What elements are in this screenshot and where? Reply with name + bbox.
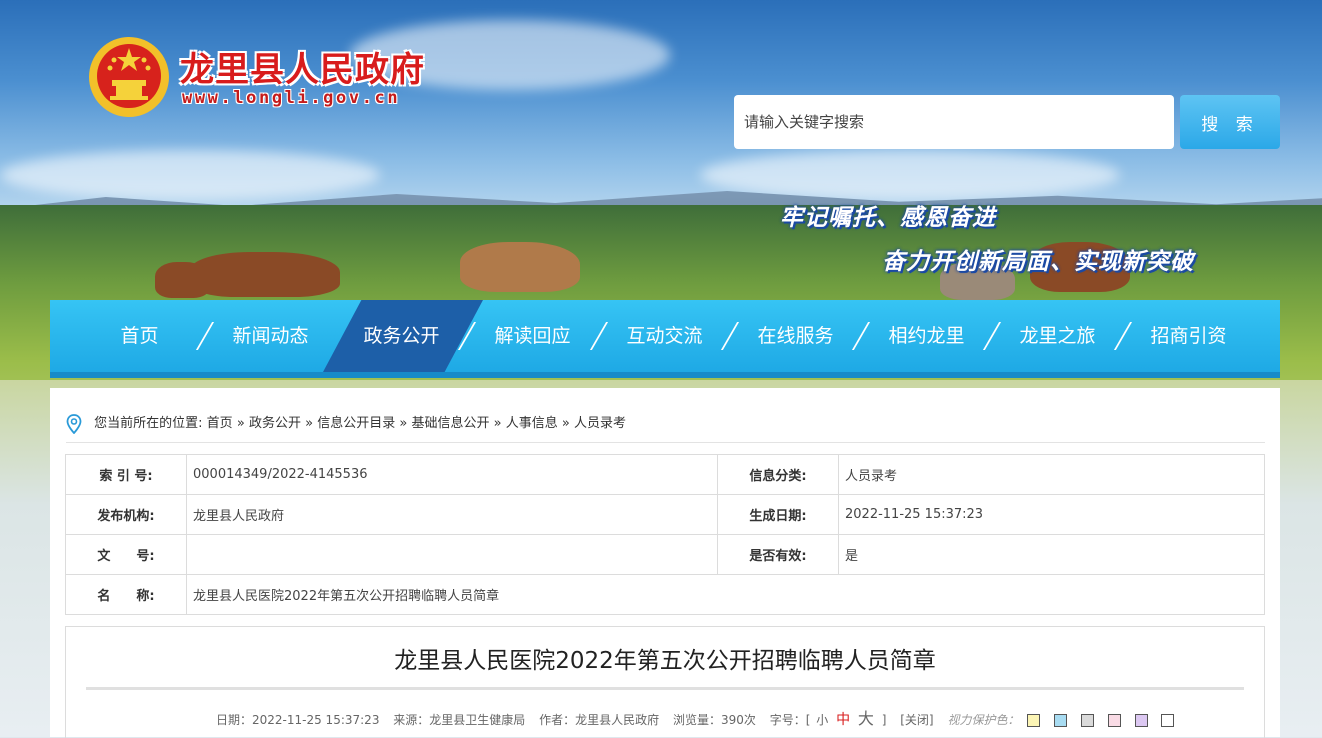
table-row: 文 号: 是否有效: 是 [65,534,1265,575]
info-meta-table: 索 引 号: 000014349/2022-4145536 信息分类: 人员录考… [65,454,1265,615]
article-date: 日期：2022-11-25 15:37:23 [216,713,380,727]
eye-color-blue-swatch[interactable] [1054,714,1068,727]
font-size-small-button[interactable]: 小 [816,713,828,727]
breadcrumb-link-info-catalog[interactable]: 信息公开目录 [317,416,395,431]
search-input[interactable] [734,95,1174,149]
divider [66,442,1265,443]
search-button[interactable]: 搜 索 [1180,95,1280,149]
index-value: 000014349/2022-4145536 [186,454,718,495]
nav-item-travel[interactable]: 龙里之旅 [992,300,1123,372]
close-window-button[interactable]: [关闭] [900,713,933,727]
nav-item-investment[interactable]: 招商引资 [1123,300,1254,372]
publisher-label: 发布机构: [65,494,187,535]
name-label: 名 称: [65,574,187,615]
font-size-large-button[interactable]: 大 [858,709,874,728]
docno-label: 文 号: [65,534,187,575]
valid-value: 是 [838,534,1265,575]
content-panel: 您当前所在的位置: 首页 » 政务公开 » 信息公开目录 » 基础信息公开 » … [50,388,1280,738]
article-views: 浏览量：390次 [672,713,756,727]
horse-image [155,262,210,298]
breadcrumb-link-basic-info[interactable]: 基础信息公开 [411,416,489,431]
cloud [700,150,1120,200]
location-pin-icon [66,413,82,434]
valid-label: 是否有效: [717,534,839,575]
eye-color-pink-swatch[interactable] [1107,714,1121,727]
nav-item-interaction[interactable]: 互动交流 [599,300,730,372]
article-info-bar: 日期：2022-11-25 15:37:23 来源：龙里县卫生健康局 作者：龙里… [216,705,1184,729]
breadcrumb-separator: » [493,416,502,431]
eye-color-purple-swatch[interactable] [1134,714,1148,727]
breadcrumb-separator: » [561,416,570,431]
index-label: 索 引 号: [65,454,187,495]
article-source: 来源：龙里县卫生健康局 [393,713,526,727]
publisher-value: 龙里县人民政府 [186,494,718,535]
eye-color-grey-swatch[interactable] [1080,714,1094,727]
article-box: 龙里县人民医院2022年第五次公开招聘临聘人员简章 日期：2022-11-25 … [65,626,1265,738]
nav-item-home[interactable]: 首页 [74,300,205,372]
article-title: 龙里县人民医院2022年第五次公开招聘临聘人员简章 [394,648,936,674]
nav-item-online-service[interactable]: 在线服务 [730,300,861,372]
breadcrumb-link-home[interactable]: 首页 [207,416,233,431]
category-value: 人员录考 [838,454,1265,495]
divider [86,687,1244,690]
article-author: 作者：龙里县人民政府 [539,713,660,727]
font-size-medium-button[interactable]: 中 [836,712,850,728]
eye-color-yellow-swatch[interactable] [1027,714,1041,727]
name-value: 龙里县人民医院2022年第五次公开招聘临聘人员简章 [186,574,1265,615]
cloud [0,150,380,200]
table-row: 发布机构: 龙里县人民政府 生成日期: 2022-11-25 15:37:23 [65,494,1265,535]
breadcrumb-separator: » [305,416,314,431]
breadcrumb-link-recruitment[interactable]: 人员录考 [574,416,626,431]
table-row: 名 称: 龙里县人民医院2022年第五次公开招聘临聘人员简章 [65,574,1265,615]
breadcrumb-separator: » [236,416,245,431]
breadcrumb-prefix: 您当前所在的位置: [94,416,203,431]
eye-color-white-swatch[interactable] [1161,714,1175,727]
nav-item-interpretation[interactable]: 解读回应 [467,300,598,372]
slogan-line-2: 奋力开创新局面、实现新突破 [882,249,1194,275]
breadcrumb: 您当前所在的位置: 首页 » 政务公开 » 信息公开目录 » 基础信息公开 » … [66,412,626,434]
docno-value [186,534,718,575]
nav-item-government-affairs[interactable]: 政务公开 [336,300,467,372]
breadcrumb-link-government-affairs[interactable]: 政务公开 [249,416,301,431]
font-size-label: 字号：[ [769,713,811,727]
slogan-line-1: 牢记嘱托、感恩奋进 [780,205,996,231]
category-label: 信息分类: [717,454,839,495]
site-title[interactable]: 龙里县人民政府 [180,42,425,91]
national-emblem-icon[interactable] [88,36,170,118]
nav-item-meet-longli[interactable]: 相约龙里 [861,300,992,372]
breadcrumb-link-personnel-info[interactable]: 人事信息 [506,416,558,431]
table-row: 索 引 号: 000014349/2022-4145536 信息分类: 人员录考 [65,454,1265,495]
breadcrumb-separator: » [399,416,408,431]
horse-image [190,252,340,297]
font-size-bracket: ] [881,713,887,727]
horse-image [460,242,580,292]
main-nav: 首页 新闻动态 政务公开 解读回应 互动交流 在线服务 相约龙里 龙里之旅 招商… [50,300,1280,378]
date-value: 2022-11-25 15:37:23 [838,494,1265,535]
eye-protection-label: 视力保护色： [947,713,1020,727]
site-url: www.longli.gov.cn [182,88,401,108]
nav-item-news[interactable]: 新闻动态 [205,300,336,372]
date-label: 生成日期: [717,494,839,535]
